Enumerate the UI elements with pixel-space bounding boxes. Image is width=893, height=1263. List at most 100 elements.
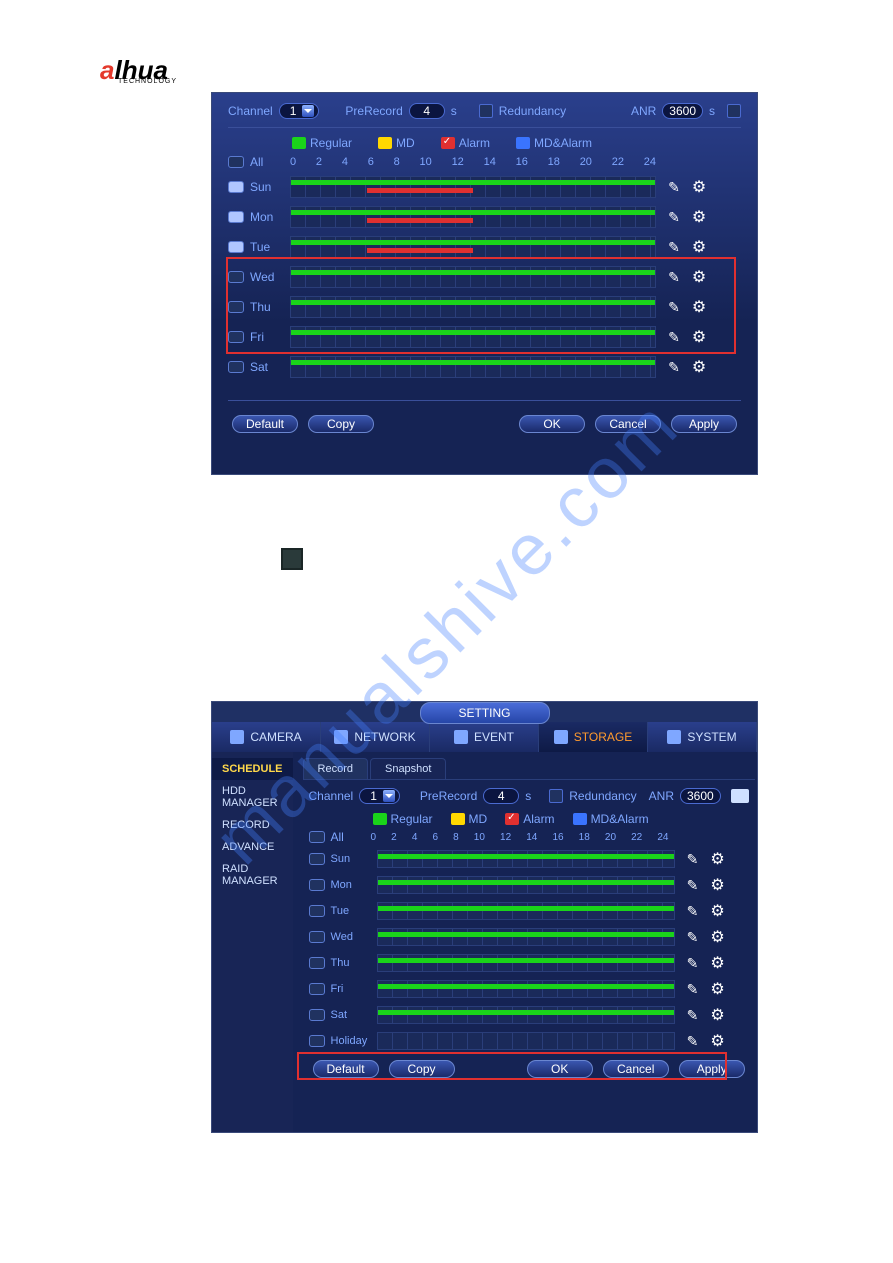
timeline-sat[interactable] [377,1006,675,1024]
eraser-icon[interactable]: ✎ [666,268,682,286]
eraser-icon[interactable]: ✎ [685,980,701,998]
channel-select[interactable]: 1 [359,788,400,804]
copy-button[interactable]: Copy [389,1060,455,1078]
link-day-checkbox[interactable] [228,331,244,343]
default-button[interactable]: Default [313,1060,379,1078]
timeline-fri[interactable] [290,326,656,348]
sidebar-item-advance[interactable]: ADVANCE [212,836,293,858]
gear-icon[interactable]: ⚙ [690,358,708,376]
link-day-checkbox[interactable] [309,879,325,891]
nav-tab-storage[interactable]: STORAGE [539,722,648,752]
link-day-checkbox[interactable] [309,957,325,969]
subtab-record[interactable]: Record [303,758,368,779]
prerecord-input[interactable]: 4 [409,103,445,119]
gear-icon[interactable]: ⚙ [690,208,708,226]
timeline-mon[interactable] [290,206,656,228]
link-day-checkbox[interactable] [228,361,244,373]
gear-icon[interactable]: ⚙ [690,328,708,346]
ok-button[interactable]: OK [519,415,585,433]
timeline-tue[interactable] [290,236,656,258]
nav-tab-camera[interactable]: CAMERA [212,722,321,752]
eraser-icon[interactable]: ✎ [666,238,682,256]
eraser-icon[interactable]: ✎ [685,902,701,920]
sidebar-item-record[interactable]: RECORD [212,814,293,836]
prerecord-label: PreRecord [420,789,477,803]
day-label: Sat [331,1009,377,1021]
anr-label: ANR [631,104,656,118]
gear-icon[interactable]: ⚙ [690,178,708,196]
timeline-tue[interactable] [377,902,675,920]
link-all-checkbox[interactable] [309,831,325,843]
timeline-wed[interactable] [290,266,656,288]
gear-icon[interactable]: ⚙ [690,298,708,316]
timeline-thu[interactable] [290,296,656,318]
prerecord-input[interactable]: 4 [483,788,519,804]
gear-icon[interactable]: ⚙ [709,902,727,920]
redundancy-checkbox[interactable] [549,789,563,803]
gear-icon[interactable]: ⚙ [709,928,727,946]
sidebar-item-hdd-manager[interactable]: HDD MANAGER [212,780,293,814]
link-day-checkbox[interactable] [228,211,244,223]
nav-tab-system[interactable]: SYSTEM [648,722,757,752]
eraser-icon[interactable]: ✎ [666,178,682,196]
link-day-checkbox[interactable] [309,1035,325,1047]
link-day-checkbox[interactable] [228,241,244,253]
link-day-checkbox[interactable] [309,853,325,865]
link-day-checkbox[interactable] [228,271,244,283]
channel-select[interactable]: 1 [279,103,320,119]
subtab-snapshot[interactable]: Snapshot [370,758,446,779]
eraser-icon[interactable]: ✎ [685,850,701,868]
cancel-button[interactable]: Cancel [603,1060,669,1078]
eraser-icon[interactable]: ✎ [685,954,701,972]
timeline-holiday[interactable] [377,1032,675,1050]
prerecord-unit: s [451,104,457,118]
keypad-icon[interactable] [731,789,749,803]
nav-tab-network[interactable]: NETWORK [321,722,430,752]
eraser-icon[interactable]: ✎ [666,358,682,376]
eraser-icon[interactable]: ✎ [685,876,701,894]
cancel-button[interactable]: Cancel [595,415,661,433]
eraser-icon[interactable]: ✎ [685,1006,701,1024]
eraser-icon[interactable]: ✎ [666,298,682,316]
timeline-fri[interactable] [377,980,675,998]
link-day-checkbox[interactable] [309,983,325,995]
eraser-icon[interactable]: ✎ [685,1032,701,1050]
all-label: All [250,155,290,169]
link-day-checkbox[interactable] [309,1009,325,1021]
timeline-wed[interactable] [377,928,675,946]
sidebar-item-schedule[interactable]: SCHEDULE [212,758,293,780]
link-day-checkbox[interactable] [309,931,325,943]
gear-icon[interactable]: ⚙ [690,238,708,256]
apply-button[interactable]: Apply [671,415,737,433]
copy-button[interactable]: Copy [308,415,374,433]
link-day-checkbox[interactable] [228,301,244,313]
eraser-icon[interactable]: ✎ [685,928,701,946]
timeline-sun[interactable] [377,850,675,868]
anr-input[interactable]: 3600 [662,103,703,119]
gear-icon[interactable]: ⚙ [709,954,727,972]
sidebar-item-raid-manager[interactable]: RAID MANAGER [212,858,293,892]
gear-icon[interactable]: ⚙ [709,1006,727,1024]
link-day-checkbox[interactable] [309,905,325,917]
eraser-icon[interactable]: ✎ [666,328,682,346]
nav-tab-event[interactable]: EVENT [430,722,539,752]
gear-icon[interactable]: ⚙ [709,1032,727,1050]
timeline-sat[interactable] [290,356,656,378]
timeline-mon[interactable] [377,876,675,894]
link-all-checkbox[interactable] [228,156,244,168]
timeline-thu[interactable] [377,954,675,972]
gear-icon[interactable]: ⚙ [709,876,727,894]
gear-icon[interactable]: ⚙ [709,980,727,998]
anr-checkbox[interactable] [727,104,741,118]
timeline-sun[interactable] [290,176,656,198]
apply-button[interactable]: Apply [679,1060,745,1078]
link-day-checkbox[interactable] [228,181,244,193]
default-button[interactable]: Default [232,415,298,433]
redundancy-checkbox[interactable] [479,104,493,118]
ok-button[interactable]: OK [527,1060,593,1078]
gear-icon[interactable]: ⚙ [709,850,727,868]
eraser-icon[interactable]: ✎ [666,208,682,226]
gear-icon[interactable]: ⚙ [690,268,708,286]
day-label: Tue [250,240,290,254]
anr-input[interactable]: 3600 [680,788,721,804]
